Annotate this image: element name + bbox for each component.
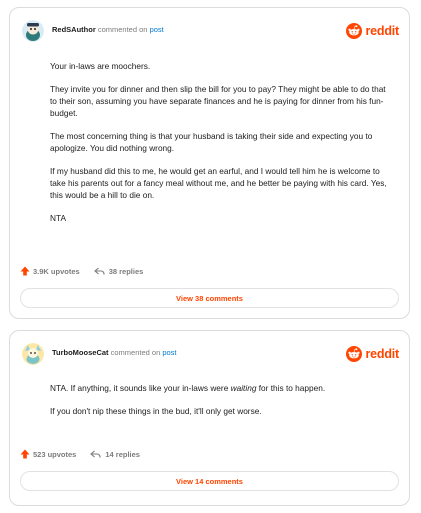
comment-footer: 523 upvotes 14 replies xyxy=(20,447,140,461)
username[interactable]: RedSAuthor xyxy=(52,25,96,34)
comment-meta: RedSAuthor commented on post xyxy=(52,25,164,34)
comment-footer: 3.9K upvotes 38 replies xyxy=(20,264,143,278)
reply-count: 14 replies xyxy=(105,449,140,459)
comment-paragraph: NTA. If anything, it sounds like your in… xyxy=(50,383,326,393)
upvote-arrow-icon xyxy=(20,266,30,276)
action-text: commented on xyxy=(110,348,161,357)
comment-card-1: RedSAuthor commented on post reddit Your… xyxy=(9,7,410,319)
avatar[interactable] xyxy=(22,20,44,42)
reddit-logo-icon xyxy=(346,346,363,362)
comment-body: NTA. If anything, it sounds like your in… xyxy=(50,382,393,427)
view-comments-button[interactable]: View 38 comments xyxy=(20,288,399,308)
reddit-wordmark: reddit xyxy=(365,347,399,361)
comment-header: TurboMooseCat commented on post reddit xyxy=(22,343,399,365)
comment-body: Your in-laws are moochers. They invite y… xyxy=(50,60,393,235)
comment-paragraph: If you don't nip these things in the bud… xyxy=(50,405,262,416)
comment-paragraph: NTA xyxy=(50,212,66,223)
avatar[interactable] xyxy=(22,343,44,365)
upvote-count: 3.9K upvotes xyxy=(33,266,80,276)
comment-paragraph: If my husband did this to me, he would g… xyxy=(50,165,387,201)
comment-paragraph: Your in-laws are moochers. xyxy=(50,61,151,71)
reddit-wordmark: reddit xyxy=(365,24,399,38)
reddit-logo[interactable]: reddit xyxy=(346,344,399,364)
reply-arrow-icon xyxy=(90,450,101,458)
post-link[interactable]: post xyxy=(162,348,176,357)
reddit-logo-icon xyxy=(346,23,363,39)
comment-paragraph: They invite you for dinner and then slip… xyxy=(50,83,386,119)
replies-button[interactable]: 38 replies xyxy=(93,266,144,276)
username[interactable]: TurboMooseCat xyxy=(52,348,109,357)
comment-meta: TurboMooseCat commented on post xyxy=(52,348,177,357)
view-comments-button[interactable]: View 14 comments xyxy=(20,471,399,491)
action-text: commented on xyxy=(97,25,148,34)
upvote-button[interactable]: 3.9K upvotes xyxy=(20,266,80,276)
comment-card-2: TurboMooseCat commented on post reddit N… xyxy=(9,330,410,506)
snoo-avatar-icon xyxy=(22,343,44,365)
snoo-avatar-icon xyxy=(22,20,44,42)
upvote-count: 523 upvotes xyxy=(33,449,77,459)
upvote-arrow-icon xyxy=(20,449,30,459)
comment-header: RedSAuthor commented on post reddit xyxy=(22,20,399,42)
reply-count: 38 replies xyxy=(108,266,144,276)
post-link[interactable]: post xyxy=(150,25,164,34)
reply-arrow-icon xyxy=(93,267,105,275)
reddit-logo[interactable]: reddit xyxy=(346,21,399,41)
comment-paragraph: The most concerning thing is that your h… xyxy=(50,130,373,154)
emphasis-text: waiting xyxy=(230,383,257,393)
upvote-button[interactable]: 523 upvotes xyxy=(20,449,76,459)
replies-button[interactable]: 14 replies xyxy=(90,450,140,459)
